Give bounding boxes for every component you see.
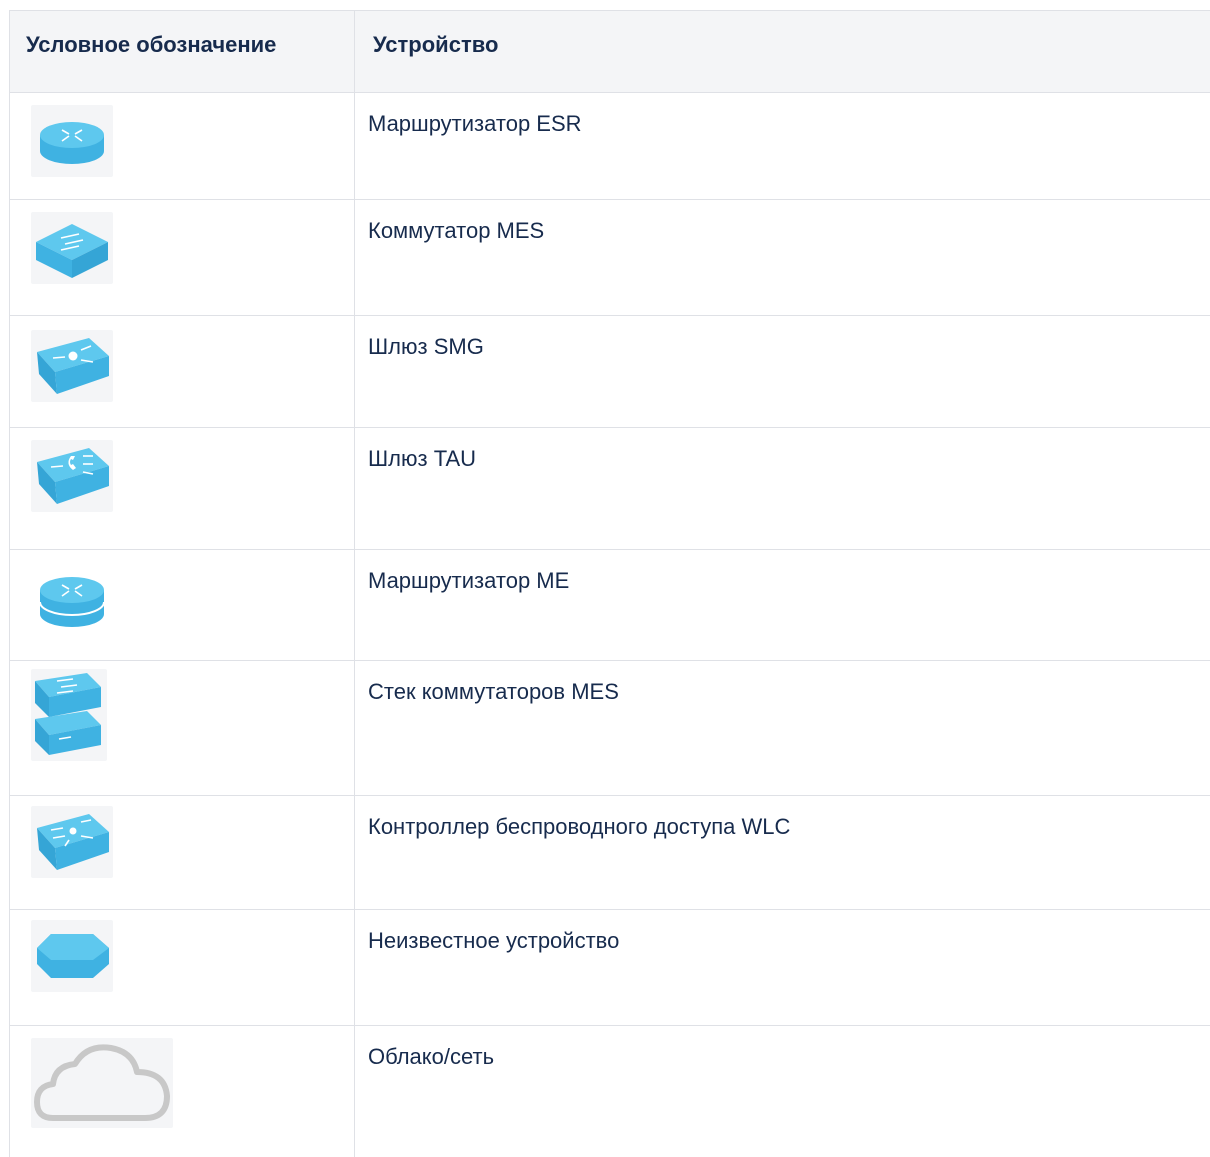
wlc-icon bbox=[31, 806, 113, 878]
device-cell: Маршрутизатор ESR bbox=[355, 93, 1210, 199]
symbol-cell bbox=[10, 93, 355, 199]
device-cell: Стек коммутаторов MES bbox=[355, 661, 1210, 795]
device-name: Стек коммутаторов MES bbox=[368, 679, 619, 704]
table-row: Коммутатор MES bbox=[10, 200, 1210, 316]
device-cell: Шлюз SMG bbox=[355, 316, 1210, 427]
legend-table: Условное обозначение Устройство Маршрути… bbox=[9, 10, 1210, 1157]
switch-stack-icon bbox=[31, 669, 107, 761]
table-row: Маршрутизатор ME bbox=[10, 550, 1210, 661]
table-header-row: Условное обозначение Устройство bbox=[10, 11, 1210, 93]
header-symbol: Условное обозначение bbox=[26, 32, 277, 57]
header-device: Устройство bbox=[373, 32, 499, 57]
table-row: Неизвестное устройство bbox=[10, 910, 1210, 1026]
device-cell: Шлюз TAU bbox=[355, 428, 1210, 549]
device-name: Неизвестное устройство bbox=[368, 928, 620, 953]
gateway-tau-icon bbox=[31, 440, 113, 512]
table-row: Шлюз SMG bbox=[10, 316, 1210, 428]
table-row: Контроллер беспроводного доступа WLC bbox=[10, 796, 1210, 910]
device-name: Шлюз TAU bbox=[368, 446, 477, 471]
unknown-device-icon bbox=[31, 920, 113, 992]
symbol-cell bbox=[10, 1026, 355, 1157]
router-me-icon bbox=[31, 562, 113, 634]
device-cell: Контроллер беспроводного доступа WLC bbox=[355, 796, 1210, 909]
table-row: Маршрутизатор ESR bbox=[10, 93, 1210, 200]
symbol-cell bbox=[10, 550, 355, 660]
device-cell: Неизвестное устройство bbox=[355, 910, 1210, 1025]
header-cell-device: Устройство bbox=[355, 11, 1210, 92]
symbol-cell bbox=[10, 200, 355, 315]
device-name: Маршрутизатор ME bbox=[368, 568, 570, 593]
gateway-smg-icon bbox=[31, 330, 113, 402]
table-row: Шлюз TAU bbox=[10, 428, 1210, 550]
symbol-cell bbox=[10, 428, 355, 549]
device-name: Маршрутизатор ESR bbox=[368, 111, 582, 136]
device-cell: Маршрутизатор ME bbox=[355, 550, 1210, 660]
device-cell: Коммутатор MES bbox=[355, 200, 1210, 315]
table-row: Облако/сеть bbox=[10, 1026, 1210, 1157]
symbol-cell bbox=[10, 796, 355, 909]
cloud-icon bbox=[31, 1038, 173, 1128]
device-name: Контроллер беспроводного доступа WLC bbox=[368, 814, 791, 839]
device-name: Коммутатор MES bbox=[368, 218, 545, 243]
symbol-cell bbox=[10, 661, 355, 795]
device-name: Шлюз SMG bbox=[368, 334, 484, 359]
device-cell: Облако/сеть bbox=[355, 1026, 1210, 1157]
device-name: Облако/сеть bbox=[368, 1044, 495, 1069]
router-icon bbox=[31, 105, 113, 177]
symbol-cell bbox=[10, 316, 355, 427]
header-cell-symbol: Условное обозначение bbox=[10, 11, 355, 92]
table-row: Стек коммутаторов MES bbox=[10, 661, 1210, 796]
switch-icon bbox=[31, 212, 113, 284]
symbol-cell bbox=[10, 910, 355, 1025]
